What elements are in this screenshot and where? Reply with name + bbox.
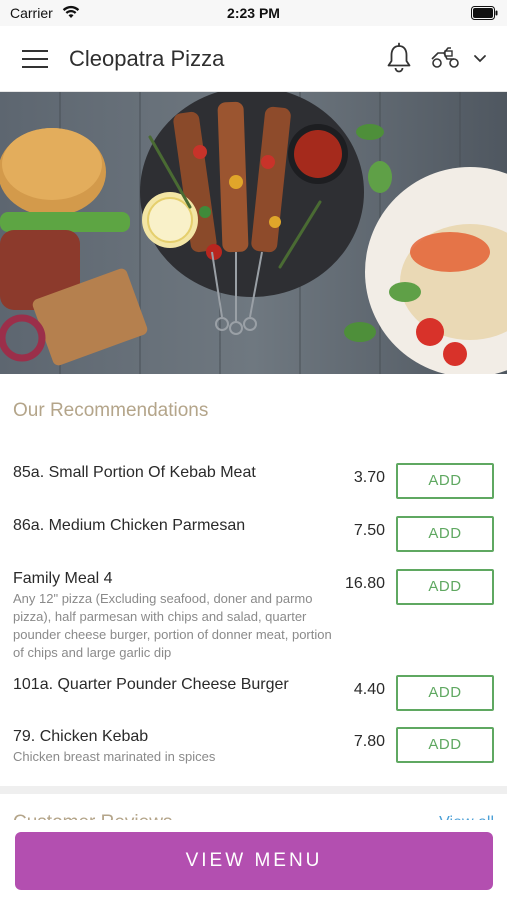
item-name: 86a. Medium Chicken Parmesan [13,517,246,534]
recommendations-title: Our Recommendations [13,400,209,421]
add-button[interactable]: ADD [396,463,494,499]
section-divider [0,786,507,794]
view-menu-button[interactable]: VIEW MENU [15,832,493,890]
item-description: Any 12" pizza (Excluding seafood, doner … [13,591,332,660]
item-name: Family Meal 4 [13,570,113,587]
app-header: Cleopatra Pizza [0,26,507,92]
clock: 2:23 PM [227,5,280,21]
battery-icon [471,6,498,20]
item-name: 79. Chicken Kebab [13,728,149,745]
status-bar: Carrier 2:23 PM [0,0,507,26]
chevron-down-icon [474,55,486,63]
scooter-icon[interactable] [428,44,492,72]
page-title: Cleopatra Pizza [69,46,225,71]
add-button[interactable]: ADD [396,675,494,711]
item-price: 16.80 [344,575,385,592]
item-name: 85a. Small Portion Of Kebab Meat [13,464,256,481]
item-price: 4.40 [353,681,385,698]
hamburger-menu-icon[interactable] [20,46,50,72]
item-description: Chicken breast marinated in spices [13,749,216,764]
hero-food-image [0,92,507,374]
item-price: 3.70 [353,469,385,486]
add-button[interactable]: ADD [396,569,494,605]
bell-icon[interactable] [384,42,414,74]
add-button[interactable]: ADD [396,727,494,763]
item-name: 101a. Quarter Pounder Cheese Burger [13,676,289,693]
item-price: 7.50 [353,522,385,539]
item-price: 7.80 [353,733,385,750]
add-button[interactable]: ADD [396,516,494,552]
